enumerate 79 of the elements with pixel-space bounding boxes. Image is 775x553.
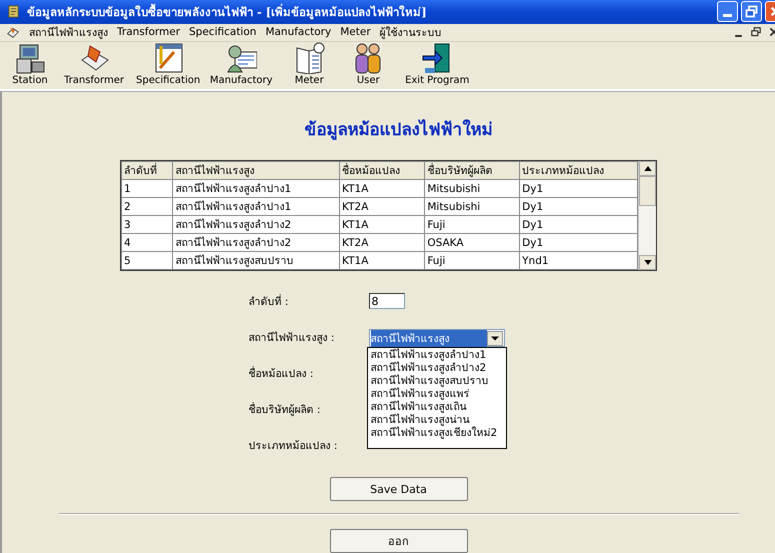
dropdown-option[interactable]: สถานีไฟฟ้าแรงสูงลำปาง2 [370, 362, 502, 375]
table-cell: KT2A [340, 198, 425, 216]
window-title: ข้อมูลหลักระบบข้อมูลใบซื้อขายพลังงานไฟฟ้า - [เพิ่มข้อมูลหม้อแปลงไฟฟ้าใหม่] [27, 2, 428, 21]
table-cell: Fuji [424, 216, 520, 234]
restore-button[interactable] [741, 1, 762, 22]
column-header[interactable]: ชื่อหม้อแปลง [340, 162, 425, 180]
column-header[interactable]: ลำดับที่ [122, 162, 173, 180]
computer-icon [14, 42, 46, 74]
table-cell: OSAKA [424, 234, 520, 252]
dropdown-option[interactable]: สถานีไฟฟ้าแรงสูงแพร่ [370, 388, 502, 401]
save-button[interactable]: Save Data [330, 477, 468, 501]
table-cell: 2 [122, 198, 173, 216]
menu-item[interactable]: Specification [189, 26, 256, 38]
toolbar-button[interactable]: Transformer [56, 42, 132, 86]
field-label: ชื่อหม้อแปลง : [248, 365, 314, 382]
table-cell: KT2A [340, 234, 425, 252]
dropdown[interactable]: สถานีไฟฟ้าแรงสูง [368, 329, 504, 347]
app-icon [6, 4, 21, 20]
dropdown-button[interactable] [486, 330, 502, 346]
table-cell: 4 [122, 234, 173, 252]
toolbar-button[interactable]: User [340, 42, 396, 86]
dropdown-option[interactable]: สถานีไฟฟ้าแรงสูงสบปราบ [370, 375, 502, 388]
table-cell: Dy1 [520, 216, 638, 234]
text-field[interactable]: 8 [368, 293, 404, 309]
scroll-down-button[interactable] [639, 255, 656, 270]
scroll-up-button[interactable] [639, 161, 656, 176]
dropdown-option[interactable]: สถานีไฟฟ้าแรงสูงลำปาง1 [370, 349, 502, 362]
toolbar-button[interactable]: Station [4, 42, 56, 86]
table-cell: Dy1 [520, 198, 638, 216]
toolbar-button[interactable]: Meter [278, 42, 340, 86]
down-arrow-icon [490, 336, 498, 340]
dropdown-value: สถานีไฟฟ้าแรงสูง [370, 330, 486, 346]
column-header[interactable]: ประเภทหม้อแปลง [520, 162, 638, 180]
restore-icon [744, 4, 759, 20]
field-label: ลำดับที่ : [248, 293, 290, 310]
table-cell: สถานีไฟฟ้าแรงสูงสบปราบ [172, 252, 340, 270]
table-cell: สถานีไฟฟ้าแรงสูงลำปาง1 [172, 180, 340, 198]
toolbar-button[interactable]: Manufactory [204, 42, 278, 86]
table-cell: Dy1 [520, 234, 638, 252]
table-cell: Mitsubishi [424, 198, 520, 216]
menu-item[interactable]: สถานีไฟฟ้าแรงสูง [29, 24, 108, 41]
menu-item[interactable]: ผู้ใช้งานระบบ [380, 24, 442, 41]
table-cell: สถานีไฟฟ้าแรงสูงลำปาง1 [172, 198, 340, 216]
dropdown-option[interactable]: สถานีไฟฟ้าแรงสูงน่าน [370, 414, 502, 427]
field-label: ชื่อบริษัทผู้ผลิต : [248, 401, 322, 418]
vertical-scrollbar[interactable] [638, 161, 656, 270]
table-cell: Mitsubishi [424, 180, 520, 198]
table-cell: สถานีไฟฟ้าแรงสูงลำปาง2 [172, 216, 340, 234]
scroll-thumb[interactable] [639, 176, 656, 206]
dropdown-option[interactable]: สถานีไฟฟ้าแรงสูงเชียงใหม่2 [370, 427, 502, 440]
table-cell: KT1A [340, 180, 425, 198]
menu-item[interactable]: Transformer [117, 26, 180, 38]
toolbar-button[interactable]: Exit Program [396, 42, 478, 86]
field-label: สถานีไฟฟ้าแรงสูง : [248, 330, 336, 346]
document-icon[interactable] [6, 25, 20, 40]
exit-button[interactable]: ออก [330, 529, 468, 553]
menu-item[interactable]: Manufactory [265, 26, 332, 38]
dropdown-option[interactable]: สถานีไฟฟ้าแรงสูงเถิน [370, 401, 502, 414]
toolbar-button[interactable]: Specification [132, 42, 204, 86]
table-cell: 3 [122, 216, 173, 234]
table-cell: KT1A [340, 252, 425, 270]
minimize-icon [734, 34, 742, 37]
page-heading: ข้อมูลหม้อแปลงไฟฟ้าใหม่ [304, 118, 492, 142]
table-cell: 1 [122, 180, 173, 198]
table-cell: Ynd1 [520, 252, 638, 270]
table-cell: Fuji [424, 252, 520, 270]
minimize-button[interactable] [717, 1, 738, 22]
table-cell: สถานีไฟฟ้าแรงสูงลำปาง2 [172, 234, 340, 252]
menu-item[interactable]: Meter [340, 26, 371, 38]
up-arrow-icon [644, 166, 652, 171]
table-cell: Dy1 [520, 180, 638, 198]
down-arrow-icon [644, 260, 652, 265]
table-cell: 5 [122, 252, 173, 270]
table-cell: KT1A [340, 216, 425, 234]
field-label: ประเภทหม้อแปลง : [248, 439, 338, 454]
column-header[interactable]: ชื่อบริษัทผู้ผลิต [424, 162, 520, 180]
column-header[interactable]: สถานีไฟฟ้าแรงสูง [172, 162, 340, 180]
minimize-icon [723, 14, 732, 18]
restore-icon [750, 26, 762, 38]
